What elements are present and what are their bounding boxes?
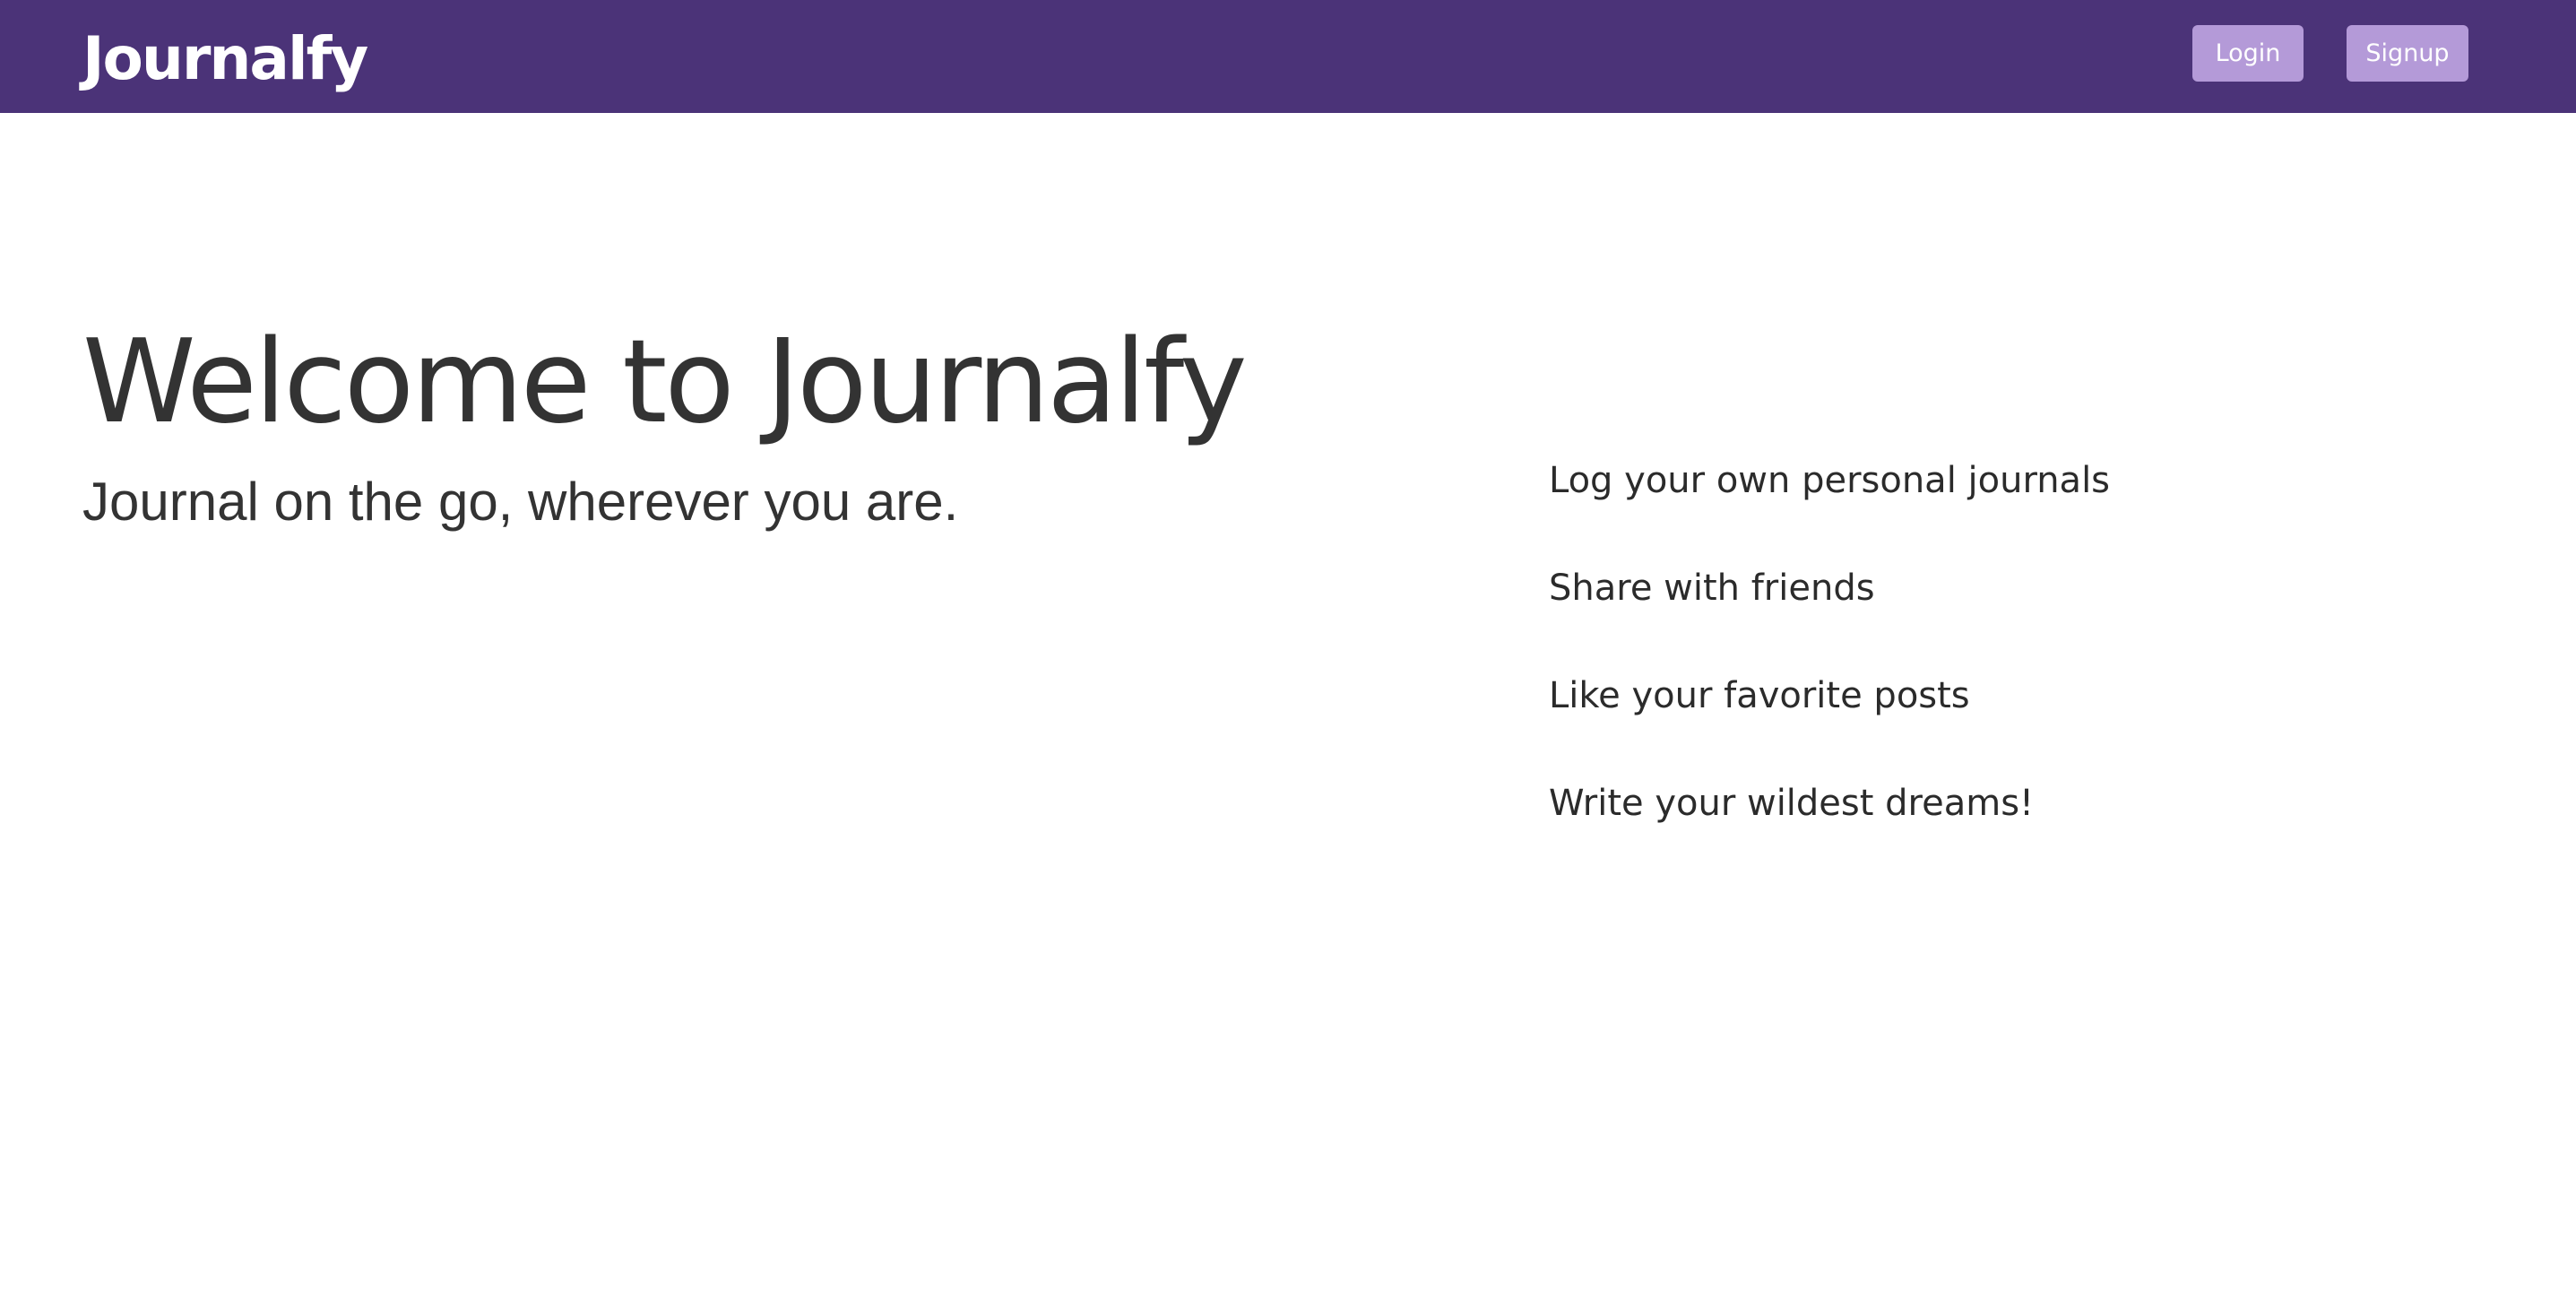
brand-logo[interactable]: Journalfy [82, 23, 368, 95]
feature-item-log-journals: Log your own personal journals [1549, 460, 2111, 501]
top-navbar: Journalfy Login Signup [0, 0, 2576, 113]
feature-list: Log your own personal journals Share wit… [1549, 452, 2110, 882]
feature-item-like-posts: Like your favorite posts [1549, 675, 1970, 716]
hero-subtitle: Journal on the go, wherever you are. [82, 472, 959, 532]
signup-button[interactable]: Signup [2347, 25, 2468, 82]
hero-title: Welcome to Journalfy [82, 316, 1248, 449]
login-button[interactable]: Login [2192, 25, 2304, 82]
feature-item-write-dreams: Write your wildest dreams! [1549, 783, 2035, 824]
feature-item-share-friends: Share with friends [1549, 568, 1875, 609]
